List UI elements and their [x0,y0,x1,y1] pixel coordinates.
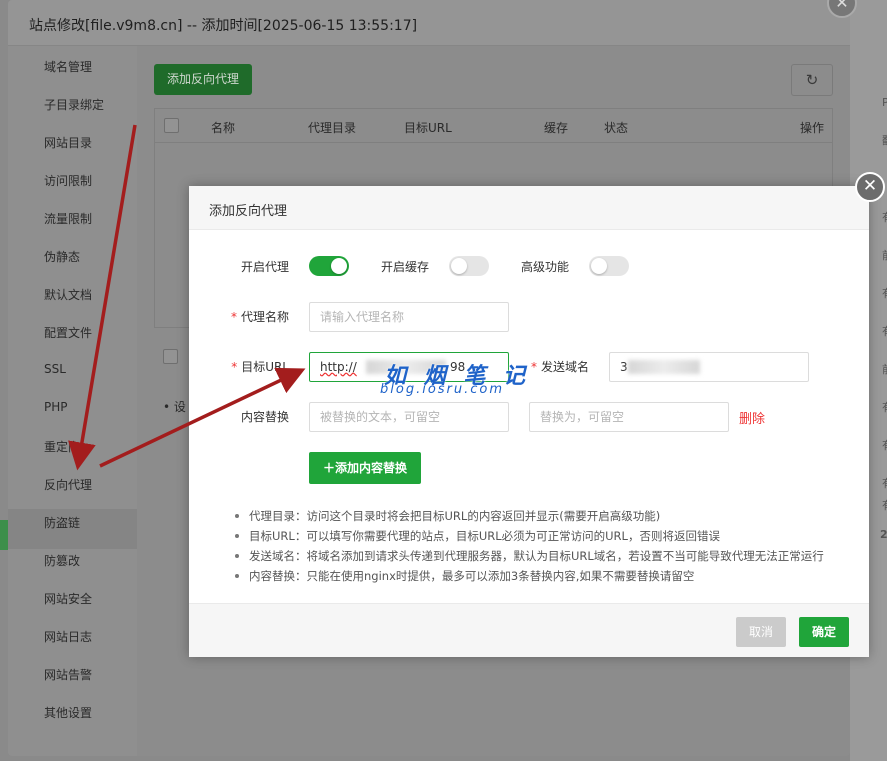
background-char: 有 [882,437,887,453]
background-char: 翻 [882,132,887,148]
dialog-header: 添加反向代理 [189,186,869,230]
sidebar-item-config-file[interactable]: 配置文件 [44,324,92,341]
sidebar-item-other[interactable]: 其他设置 [44,704,92,721]
tip-item: 代理目录：访问这个目录时将会把目标URL的内容返回并显示(需要开启高级功能) [233,506,824,526]
background-char: 有 [882,285,887,301]
sidebar-item-ssl[interactable]: SSL [44,362,66,376]
add-reverse-proxy-dialog: 添加反向代理 ✕ 开启代理 开启缓存 高级功能 *代理名称 *目标URL htt… [189,172,885,657]
background-char: 2 [880,528,887,541]
proxy-name-label: * 代理名称 [230,310,289,324]
refresh-icon: ↻ [805,71,819,89]
background-char: 前 [882,361,887,377]
column-header-proxy-dir: 代理目录 [308,121,357,135]
sidebar-item-access-limit[interactable]: 访问限制 [44,172,92,189]
sidebar-item-php[interactable]: PHP [44,400,68,414]
toggle-label-advanced: 高级功能 [520,260,569,274]
column-header-cache: 缓存 [544,121,569,135]
sidebar-item-subdir[interactable]: 子目录绑定 [44,96,104,113]
enable-cache-toggle[interactable] [449,256,489,276]
refresh-button[interactable]: ↻ [791,64,833,96]
background-tip: • 设 [163,400,186,414]
select-all-checkbox[interactable] [164,118,179,133]
column-header-target-url: 目标URL [404,121,452,135]
table-header: 名称 代理目录 目标URL 缓存 状态 操作 [155,109,832,143]
watermark-subtitle: blog.iosru.com [380,382,505,397]
advanced-toggle[interactable] [589,256,629,276]
window-titlebar: 站点修改[file.v9m8.cn] -- 添加时间[2025-06-15 13… [8,0,850,46]
watermark: 如 烟 笔 记 blog.iosru.com [378,358,525,402]
sidebar-item-site-security[interactable]: 网站安全 [44,590,92,607]
sidebar-item-site-alert[interactable]: 网站告警 [44,666,92,683]
column-header-status: 状态 [604,121,629,135]
proxy-name-input[interactable] [309,302,509,332]
toggle-knob [451,258,467,274]
target-url-label: * 目标URL [231,360,289,374]
sidebar-item-domain[interactable]: 域名管理 [44,58,92,75]
bottom-select-checkbox[interactable] [163,349,178,364]
toggle-label-proxy: 开启代理 [240,260,289,274]
background-char: 前 [882,247,887,263]
delete-replace-link[interactable]: 删除 [739,408,765,427]
tip-item: 发送域名：将域名添加到请求头传递到代理服务器，默认为目标URL域名，若设置不当可… [233,546,824,566]
sidebar-item-reverse-proxy[interactable]: 反向代理 [44,476,92,493]
toggle-knob [591,258,607,274]
column-header-actions: 操作 [800,121,825,135]
tip-item: 内容替换：只能在使用nginx时提供，最多可以添加3条替换内容,如果不需要替换请… [233,566,824,586]
sidebar-item-traffic-limit[interactable]: 流量限制 [44,210,92,227]
background-char: P [882,96,887,109]
sidebar-item-site-dir[interactable]: 网站目录 [44,134,92,151]
tip-item: 目标URL：可以填写你需要代理的站点，目标URL必须为可正常访问的URL，否则将… [233,526,824,546]
help-tips-list: 代理目录：访问这个目录时将会把目标URL的内容返回并显示(需要开启高级功能) 目… [233,506,824,586]
sidebar-item-hotlink[interactable]: 防盗链 [44,514,80,531]
cancel-button[interactable]: 取消 [736,617,786,647]
toggle-label-cache: 开启缓存 [380,260,429,274]
send-domain-input[interactable]: 3 [609,352,809,382]
column-header-name: 名称 [211,121,236,135]
background-char: 有 [882,475,887,491]
confirm-button[interactable]: 确定 [799,617,849,647]
enable-proxy-toggle[interactable] [309,256,349,276]
toggle-knob [331,258,347,274]
site-settings-sidebar: 域名管理 子目录绑定 网站目录 访问限制 流量限制 伪静态 默认文档 配置文件 … [8,46,137,756]
content-replace-label: 内容替换 [240,410,289,424]
sidebar-item-site-log[interactable]: 网站日志 [44,628,92,645]
sidebar-item-rewrite[interactable]: 伪静态 [44,248,80,265]
sidebar-item-redirect[interactable]: 重定向 [44,438,80,455]
dialog-close-icon[interactable]: ✕ [855,172,885,202]
add-reverse-proxy-button[interactable]: 添加反向代理 [154,64,252,95]
background-accent [0,520,8,550]
add-content-replace-button[interactable]: ＋添加内容替换 [309,452,421,484]
sidebar-item-tamper-proof[interactable]: 防篡改 [44,552,80,569]
background-char: 有 [882,209,887,225]
dialog-footer: 取消 确定 [189,603,869,657]
replace-from-input[interactable] [309,402,509,432]
background-char: 有 [882,497,887,513]
send-domain-label: * 发送域名 [530,360,589,374]
window-title: 站点修改[file.v9m8.cn] -- 添加时间[2025-06-15 13… [29,18,418,34]
dialog-title: 添加反向代理 [209,204,288,219]
replace-to-input[interactable] [529,402,729,432]
redacted-value [628,360,700,374]
background-char: 有 [882,399,887,415]
sidebar-item-default-doc[interactable]: 默认文档 [44,286,92,303]
background-char: 有 [882,323,887,339]
plus-icon: ＋ [322,461,335,475]
